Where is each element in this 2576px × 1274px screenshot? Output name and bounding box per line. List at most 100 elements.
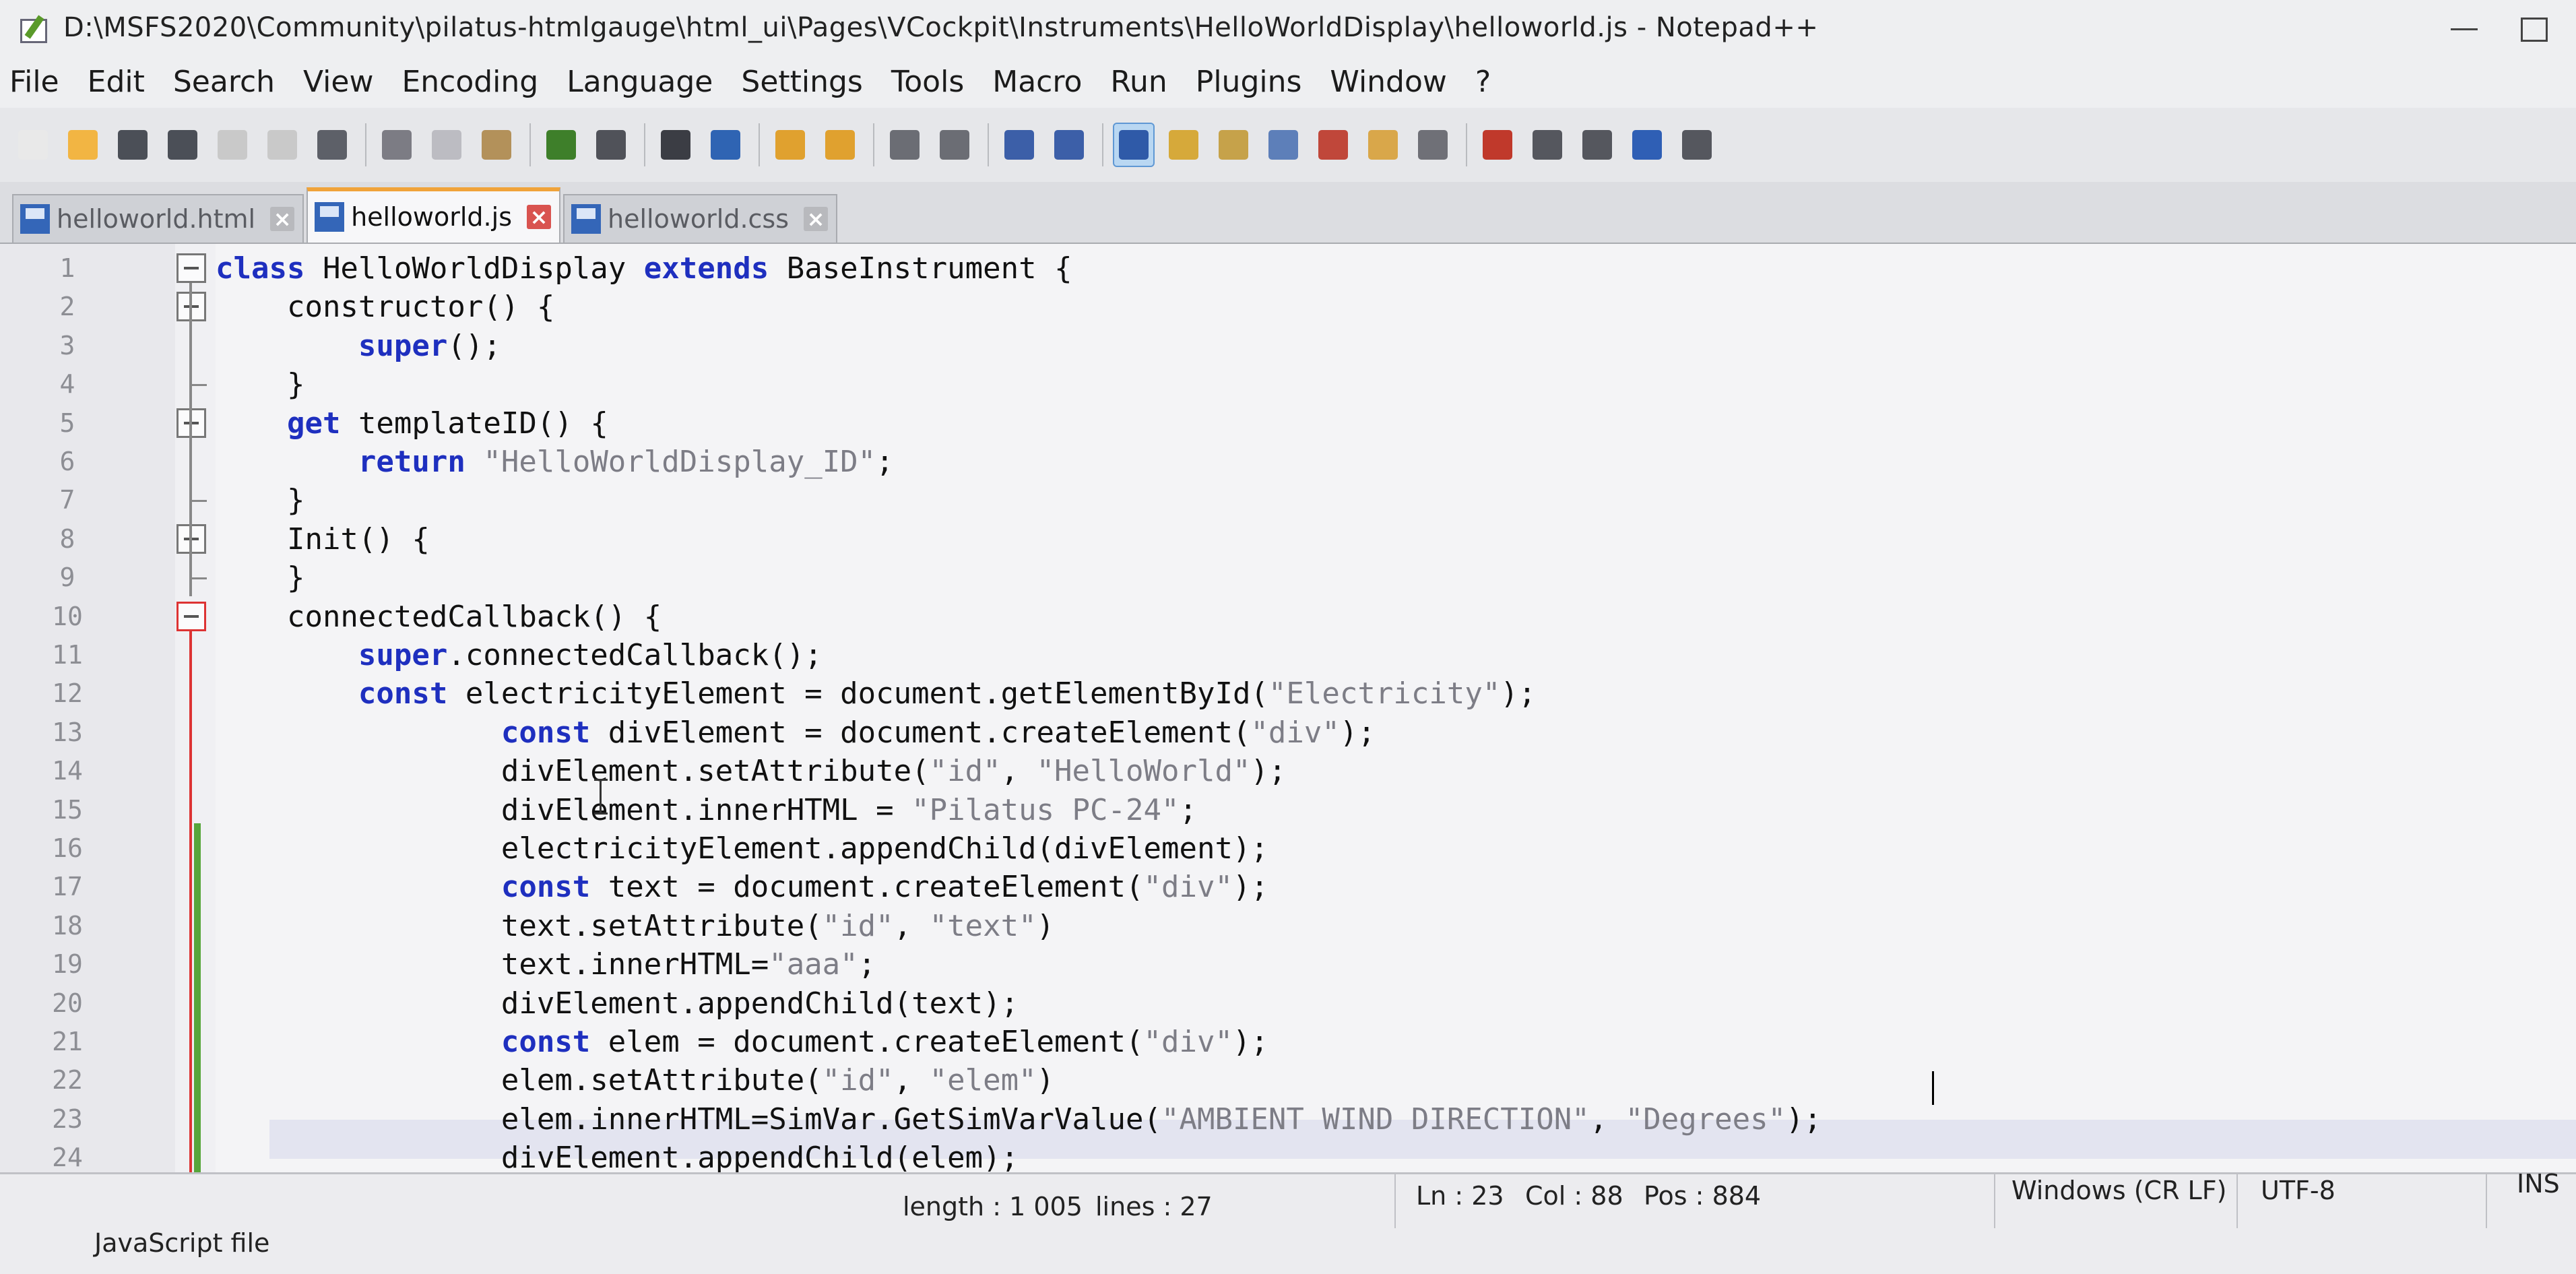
menu-language[interactable]: Language [567, 65, 713, 99]
tab-helloworld-css[interactable]: helloworld.css × [563, 194, 838, 243]
save-all-button[interactable] [163, 124, 202, 166]
sync-vertical-button[interactable] [885, 124, 924, 166]
fold-end-tick [191, 384, 207, 387]
word-wrap-button[interactable] [1000, 124, 1039, 166]
ibeam-cursor-icon [593, 776, 609, 817]
copy-button[interactable] [427, 124, 466, 166]
menu-encoding[interactable]: Encoding [401, 65, 538, 99]
code-line[interactable]: get templateID() { [216, 404, 608, 443]
code-line[interactable]: super(); [216, 327, 501, 366]
code-line[interactable]: } [216, 559, 305, 598]
status-bar: JavaScript file length : 1 005 lines : 2… [0, 1169, 2576, 1274]
menu-plugins[interactable]: Plugins [1196, 65, 1302, 99]
fold-line [189, 631, 192, 1172]
tab-helloworld-html[interactable]: helloworld.html × [12, 194, 304, 243]
close-all-button[interactable] [263, 124, 302, 166]
find-icon [661, 130, 690, 160]
encoding[interactable]: UTF-8 [2261, 1176, 2336, 1205]
menu-settings[interactable]: Settings [741, 65, 862, 99]
code-line[interactable]: electricityElement.appendChild(divElemen… [216, 829, 1268, 868]
code-line[interactable]: const text = document.createElement("div… [216, 868, 1268, 907]
code-line[interactable]: const electricityElement = document.getE… [216, 674, 1536, 713]
document-list-button[interactable] [1264, 124, 1303, 166]
code-line[interactable]: connectedCallback() { [216, 598, 662, 637]
print-button[interactable] [313, 124, 352, 166]
function-list-button[interactable] [1314, 124, 1353, 166]
code-line[interactable]: divElement.setAttribute("id", "HelloWorl… [216, 752, 1287, 791]
indent-guide-button[interactable] [1113, 123, 1155, 167]
code-editor[interactable]: 1 2 3 4 5 6 7 8 9 10 11 12 13 14 15 16 17 18 19 20 21 22 23 24 … [0, 244, 2576, 1172]
tab-label: helloworld.js [351, 202, 512, 232]
code-line[interactable]: text.innerHTML="aaa"; [216, 945, 876, 984]
new-file-button[interactable] [13, 124, 53, 166]
line-number: 9 [59, 563, 75, 593]
undo-icon [546, 130, 576, 160]
menu-edit[interactable]: Edit [88, 65, 145, 99]
folder-workspace-button[interactable] [1363, 124, 1403, 166]
code-line[interactable]: return "HelloWorldDisplay_ID"; [216, 443, 894, 482]
insert-mode[interactable]: INS [2517, 1169, 2560, 1199]
find-button[interactable] [656, 124, 695, 166]
stop-macro-button[interactable] [1528, 124, 1567, 166]
line-number: 5 [59, 408, 75, 438]
save-button[interactable] [113, 124, 152, 166]
monitoring-button[interactable] [1413, 124, 1452, 166]
show-all-chars-button[interactable] [1050, 124, 1089, 166]
menu-macro[interactable]: Macro [992, 65, 1082, 99]
code-line[interactable]: elem.innerHTML=SimVar.GetSimVarValue("AM… [216, 1100, 1822, 1139]
paste-button[interactable] [477, 124, 516, 166]
close-icon[interactable]: × [804, 207, 829, 231]
cut-button[interactable] [377, 124, 416, 166]
save-macro-button[interactable] [1677, 124, 1716, 166]
code-line[interactable]: } [216, 481, 305, 520]
maximize-button[interactable] [2518, 15, 2549, 42]
replace-button[interactable] [706, 124, 745, 166]
minimize-button[interactable] [2451, 15, 2482, 42]
close-icon[interactable]: × [270, 207, 295, 231]
file-saved-icon [20, 204, 50, 234]
menu-view[interactable]: View [303, 65, 373, 99]
menu-search[interactable]: Search [173, 65, 275, 99]
code-line[interactable]: divElement.innerHTML = "Pilatus PC-24"; [216, 791, 1197, 830]
code-line[interactable]: const elem = document.createElement("div… [216, 1023, 1268, 1062]
menu-window[interactable]: Window [1330, 65, 1447, 99]
undo-button[interactable] [542, 124, 581, 166]
cut-icon [382, 130, 412, 160]
user-language-button[interactable] [1164, 124, 1203, 166]
cursor-position: Pos : 884 [1644, 1181, 1762, 1211]
code-line[interactable]: const divElement = document.createElemen… [216, 713, 1376, 753]
menu-run[interactable]: Run [1110, 65, 1167, 99]
run-macro-multiple-button[interactable] [1628, 124, 1667, 166]
fold-toggle-icon[interactable] [176, 601, 206, 631]
document-map-button[interactable] [1214, 124, 1253, 166]
eol-format[interactable]: Windows (CR LF) [2011, 1176, 2226, 1205]
fold-end-tick [191, 577, 207, 580]
fold-line [189, 283, 192, 596]
code-line[interactable]: super.connectedCallback(); [216, 636, 823, 675]
zoom-in-button[interactable] [771, 124, 810, 166]
menu-help[interactable]: ? [1475, 65, 1491, 99]
zoom-out-button[interactable] [820, 124, 860, 166]
redo-button[interactable] [591, 124, 631, 166]
tab-helloworld-js[interactable]: helloworld.js × [307, 187, 560, 243]
play-macro-button[interactable] [1578, 124, 1617, 166]
menu-file[interactable]: File [9, 65, 59, 99]
document-map-icon [1219, 130, 1248, 160]
code-line[interactable]: text.setAttribute("id", "text") [216, 907, 1054, 946]
code-line[interactable]: class HelloWorldDisplay extends BaseInst… [216, 249, 1072, 288]
code-line[interactable]: } [216, 365, 305, 404]
line-number: 22 [52, 1065, 83, 1095]
open-folder-button[interactable] [63, 124, 102, 166]
record-macro-button[interactable] [1478, 124, 1517, 166]
menu-tools[interactable]: Tools [891, 65, 964, 99]
code-line[interactable]: Init() { [216, 520, 430, 559]
code-line[interactable]: elem.setAttribute("id", "elem") [216, 1061, 1054, 1100]
code-line[interactable]: divElement.appendChild(text); [216, 984, 1019, 1023]
toolbar-separator [759, 123, 760, 166]
sync-horizontal-button[interactable] [935, 124, 974, 166]
close-file-button[interactable] [213, 124, 252, 166]
code-line[interactable]: divElement.appendChild(elem); [216, 1139, 1019, 1172]
close-icon[interactable]: × [527, 205, 551, 229]
code-line[interactable]: constructor() { [216, 288, 554, 327]
fold-toggle-icon[interactable] [176, 253, 206, 283]
